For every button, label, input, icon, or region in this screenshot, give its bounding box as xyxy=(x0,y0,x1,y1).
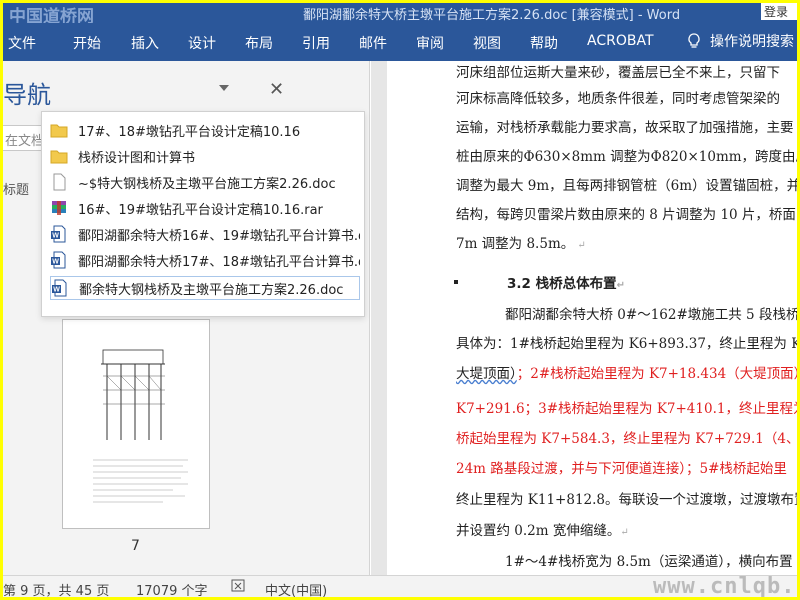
tab-layout[interactable]: 布局 xyxy=(245,33,273,53)
heading-bullet xyxy=(454,280,458,284)
recent-file-name: 鄱阳湖鄱余特大桥16#、19#墩钻孔平台计算书.doc xyxy=(78,228,360,244)
nav-pane-title: 导航 xyxy=(3,81,51,109)
paragraph-mark: ↵ xyxy=(616,280,626,291)
svg-text:W: W xyxy=(52,259,59,266)
thumbnail-page-number: 7 xyxy=(131,538,140,554)
word-doc-icon: W xyxy=(51,225,66,243)
document-title: 鄱阳湖鄱余特大桥主墩平台施工方案2.26.doc [兼容模式] - Word xyxy=(303,8,681,23)
doc-line: 调整为最大 9m，且每两排钢管桩（6m）设置锚固桩，并 xyxy=(456,178,797,194)
language-status[interactable]: 中文(中国) xyxy=(265,580,327,597)
status-bar: 第 9 页，共 45 页 17079 个字 中文(中国) www.cnlqb.c… xyxy=(3,574,797,597)
recent-file-name: 16#、19#墩钻孔平台设计定稿10.16.rar xyxy=(78,202,323,218)
tab-home[interactable]: 开始 xyxy=(73,33,101,53)
folder-icon xyxy=(50,150,68,164)
ribbon-tabs: 文件 开始 插入 设计 布局 引用 邮件 审阅 视图 帮助 ACROBAT 操作… xyxy=(3,23,797,61)
tab-help[interactable]: 帮助 xyxy=(530,33,558,53)
document-page[interactable]: 河床组部位运斯大量来砂，覆盖层已全不来上，只留下 河床标高降低较多，地质条件很差… xyxy=(387,61,797,575)
doc-line: 结构，每跨贝雷梁片数由原来的 8 片调整为 10 片，桥面 xyxy=(456,207,796,223)
close-icon[interactable]: ✕ xyxy=(269,81,284,99)
recent-file-item[interactable]: ~$特大钢栈桥及主墩平台施工方案2.26.doc xyxy=(50,170,360,194)
tab-references[interactable]: 引用 xyxy=(302,33,330,53)
recent-file-item[interactable]: 栈桥设计图和计算书 xyxy=(50,144,360,168)
lightbulb-icon xyxy=(688,33,700,48)
underlined-text: 大堤顶面） xyxy=(456,366,517,382)
doc-line-mixed: 大堤顶面）；2#栈桥起始里程为 K7+18.434（大堤顶面）， xyxy=(456,362,797,382)
tab-review[interactable]: 审阅 xyxy=(416,33,444,53)
tab-headings[interactable]: 标题 xyxy=(3,179,29,198)
sign-in-button[interactable]: 登录 xyxy=(761,3,797,20)
blank-file-icon xyxy=(53,173,66,191)
page-count-status[interactable]: 第 9 页，共 45 页 xyxy=(3,580,109,597)
svg-text:W: W xyxy=(53,287,60,294)
doc-line-red: 24m 路基段过渡，并与下河便道连接）；5#栈桥起始里 xyxy=(456,461,787,477)
doc-line: 鄱阳湖鄱余特大桥 0#～162#墩施工共 5 段栈桥，布 xyxy=(505,307,797,323)
doc-line-text: 7m 调整为 8.5m。 xyxy=(456,236,575,252)
word-doc-icon: W xyxy=(51,251,66,269)
recent-file-item-selected[interactable]: W 鄱余特大钢栈桥及主墩平台施工方案2.26.doc xyxy=(50,276,360,300)
tab-acrobat[interactable]: ACROBAT xyxy=(587,33,654,49)
doc-line: 并设置约 0.2m 宽伸缩缝。↵ xyxy=(456,519,629,539)
doc-line-red: K7+291.6；3#栈桥起始里程为 K7+410.1，终止里程为 K xyxy=(456,401,797,417)
tab-insert[interactable]: 插入 xyxy=(131,33,159,53)
doc-line: 桩由原来的Φ630×8mm 调整为Φ820×10mm，跨度由原 xyxy=(456,149,797,165)
doc-line: 终止里程为 K11+812.8。每联设一个过渡墩，过渡墩布置 xyxy=(456,492,797,508)
paragraph-mark: ↵ xyxy=(574,240,586,251)
doc-line: 运输，对栈桥承载能力要求高，故采取了加强措施，主要 xyxy=(456,120,794,136)
recent-file-item[interactable]: 17#、18#墩钻孔平台设计定稿10.16 xyxy=(50,118,360,142)
recent-file-item[interactable]: W 鄱阳湖鄱余特大桥17#、18#墩钻孔平台计算书.doc xyxy=(50,248,360,272)
page-thumbnail[interactable] xyxy=(62,319,210,529)
tab-mailings[interactable]: 邮件 xyxy=(359,33,387,53)
word-window: 中国道桥网 鄱阳湖鄱余特大桥主墩平台施工方案2.26.doc [兼容模式] - … xyxy=(3,3,797,597)
document-area[interactable]: 河床组部位运斯大量来砂，覆盖层已全不来上，只留下 河床标高降低较多，地质条件很差… xyxy=(371,61,797,575)
doc-line: 河床标高降低较多，地质条件很差，同时考虑管架梁的 xyxy=(456,91,780,107)
recent-files-popup: 17#、18#墩钻孔平台设计定稿10.16 栈桥设计图和计算书 ~$特大钢栈桥及… xyxy=(41,111,365,317)
recent-file-name: 17#、18#墩钻孔平台设计定稿10.16 xyxy=(78,124,301,140)
recent-file-name: 栈桥设计图和计算书 xyxy=(78,150,196,166)
folder-icon xyxy=(50,124,68,138)
tab-view[interactable]: 视图 xyxy=(473,33,501,53)
red-text: ；2#栈桥起始里程为 K7+18.434（大堤顶面）， xyxy=(516,366,797,382)
recent-file-item[interactable]: 16#、19#墩钻孔平台设计定稿10.16.rar xyxy=(50,196,360,220)
doc-line: 1#～4#栈桥宽为 8.5m（运梁通道），横向布置 10 排 xyxy=(505,554,797,570)
tell-me-search[interactable]: 操作说明搜索 xyxy=(686,31,794,51)
word-doc-icon: W xyxy=(52,279,67,297)
doc-line-red: 桥起始里程为 K7+584.3，终止里程为 K7+729.1（4、5号 xyxy=(456,431,797,447)
heading-text: 3.2 栈桥总体布置 xyxy=(507,276,617,292)
recent-file-name: 鄱阳湖鄱余特大桥17#、18#墩钻孔平台计算书.doc xyxy=(78,254,360,270)
paragraph-mark: ↵ xyxy=(620,527,629,538)
recent-file-name: ~$特大钢栈桥及主墩平台施工方案2.26.doc xyxy=(78,176,336,192)
drawing-preview xyxy=(93,349,188,503)
proofing-icon[interactable] xyxy=(231,579,247,593)
recent-file-name: 鄱余特大钢栈桥及主墩平台施工方案2.26.doc xyxy=(79,282,344,298)
chevron-down-icon[interactable] xyxy=(219,85,229,91)
tell-me-label: 操作说明搜索 xyxy=(710,34,794,50)
svg-text:W: W xyxy=(52,233,59,240)
word-count-status[interactable]: 17079 个字 xyxy=(136,580,208,597)
doc-line: 河床组部位运斯大量来砂，覆盖层已全不来上，只留下 xyxy=(456,65,780,81)
tab-design[interactable]: 设计 xyxy=(188,33,216,53)
title-bar: 中国道桥网 鄱阳湖鄱余特大桥主墩平台施工方案2.26.doc [兼容模式] - … xyxy=(3,3,797,27)
recent-file-item[interactable]: W 鄱阳湖鄱余特大桥16#、19#墩钻孔平台计算书.doc xyxy=(50,222,360,246)
doc-line: 具体为：1#栈桥起始里程为 K6+893.37，终止里程为 K7 xyxy=(456,336,797,352)
section-heading: 3.2 栈桥总体布置↵ xyxy=(507,272,625,292)
site-url-watermark: www.cnlqb.com xyxy=(653,574,797,597)
doc-line: 7m 调整为 8.5m。 ↵ xyxy=(456,232,586,252)
rar-archive-icon xyxy=(52,201,66,215)
doc-line-text: 并设置约 0.2m 宽伸缩缝。 xyxy=(456,523,621,539)
tab-file[interactable]: 文件 xyxy=(8,33,36,53)
